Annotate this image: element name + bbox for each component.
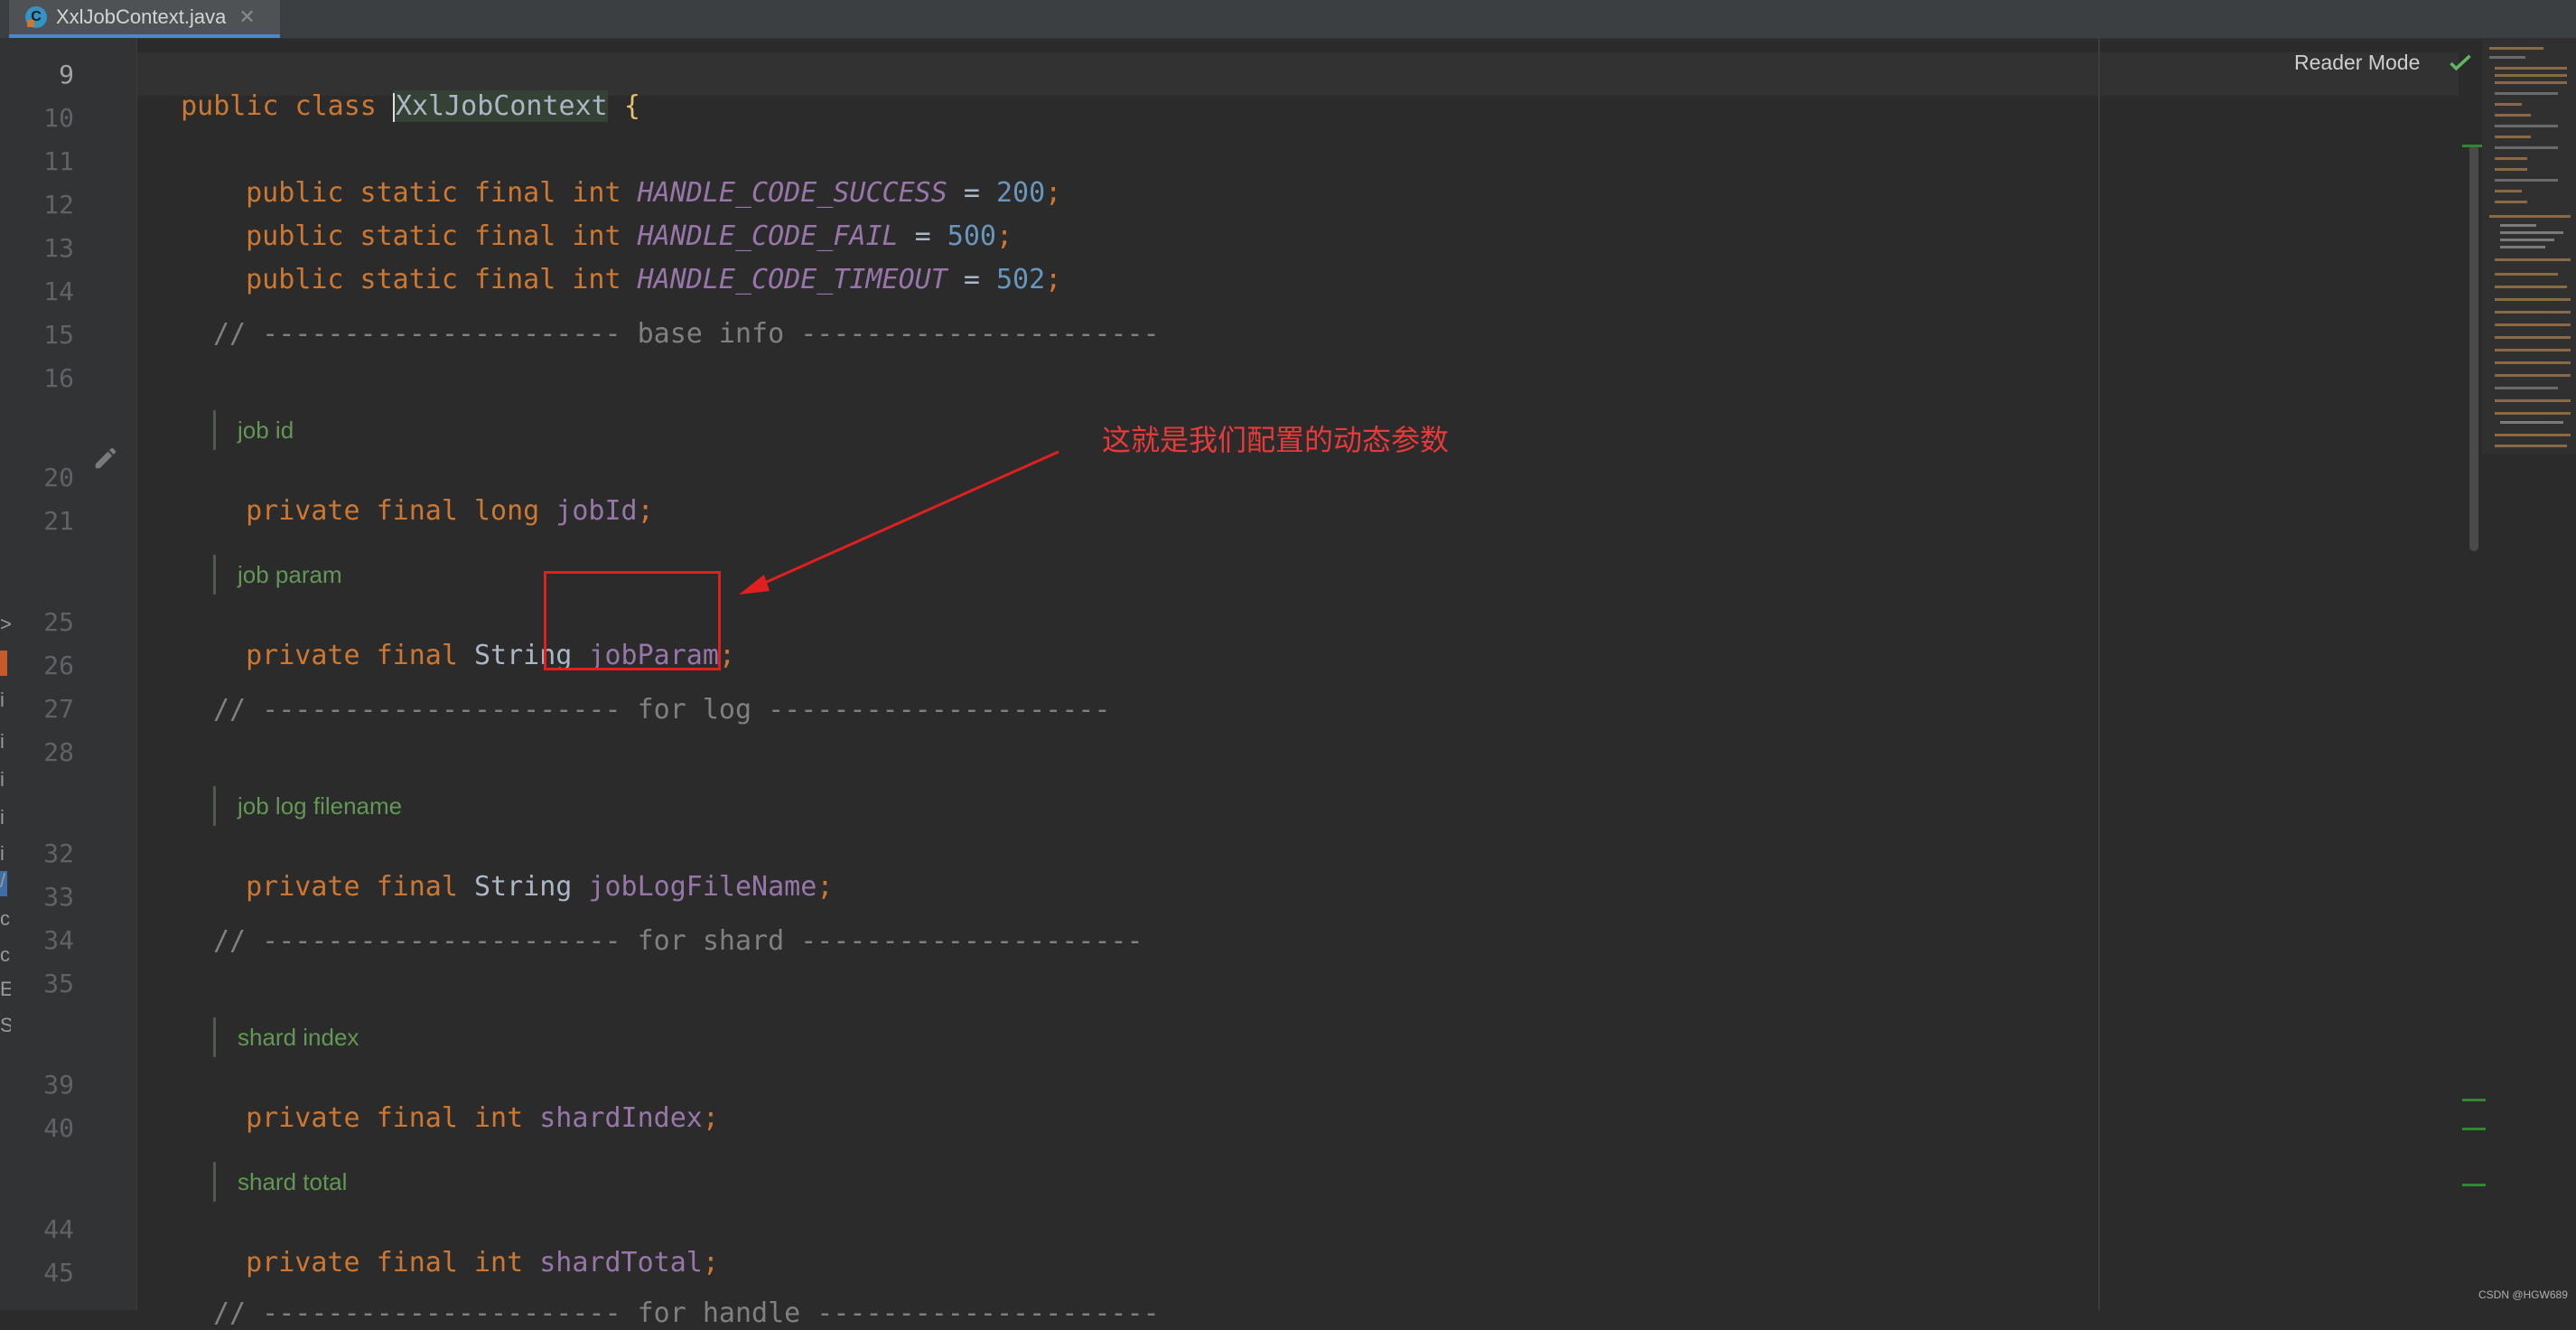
line-number: 13 (43, 233, 74, 263)
code-line-39[interactable]: private final int shardIndex; (213, 1070, 719, 1135)
javadoc-shard-index: shard index (213, 1017, 359, 1057)
change-marker (2462, 1128, 2486, 1130)
code-line-9[interactable]: public class XxlJobContext { (148, 58, 640, 123)
code-line-32[interactable]: private final String jobLogFileName; (213, 838, 833, 904)
panel-text: i (0, 842, 5, 865)
line-number: 9 (59, 60, 74, 89)
line-number: 14 (43, 276, 74, 306)
javadoc-job-id: job id (213, 410, 294, 450)
line-number: 44 (43, 1214, 74, 1244)
panel-text: > (0, 613, 11, 635)
tab-label: XxlJobContext.java (56, 5, 227, 28)
line-number: 21 (43, 506, 74, 536)
panel-text: / (0, 869, 6, 892)
javadoc-shard-total: shard total (213, 1162, 347, 1202)
line-number: 12 (43, 190, 74, 220)
line-number: 28 (43, 737, 74, 767)
class-name: XxlJobContext (392, 90, 608, 122)
annotation-text: 这就是我们配置的动态参数 (1102, 423, 1450, 457)
watermark: CSDN @HGW689 (2478, 1288, 2568, 1301)
code-line-34[interactable]: // ---------------------- for shard ----… (213, 925, 1143, 958)
inspection-ok-icon[interactable] (2448, 51, 2473, 76)
text-caret (392, 92, 395, 122)
line-number: 32 (43, 838, 74, 868)
panel-text: c (0, 907, 10, 930)
line-number: 33 (43, 882, 74, 912)
tab-xxljobcontext[interactable]: C XxlJobContext.java ✕ (9, 0, 280, 38)
code-line-15[interactable]: // ---------------------- base info ----… (213, 318, 1160, 351)
line-number: 25 (43, 607, 74, 637)
javadoc-job-log-filename: job log filename (213, 786, 402, 826)
panel-text: E (0, 978, 11, 1000)
line-number: 40 (43, 1113, 74, 1143)
code-line-27[interactable]: // ---------------------- for log ------… (213, 694, 1110, 726)
close-icon[interactable]: ✕ (238, 5, 255, 29)
reader-mode-button[interactable]: Reader Mode (2294, 51, 2420, 75)
code-line-20[interactable]: private final long jobId; (213, 463, 654, 528)
line-number: 11 (43, 146, 74, 176)
line-number: 26 (43, 651, 74, 680)
line-number-gutter[interactable]: 9 10 11 12 13 14 15 16 20 21 25 26 27 28… (11, 38, 137, 1310)
line-number: 20 (43, 463, 74, 492)
code-minimap[interactable] (2482, 38, 2576, 454)
annotation-highlight-box (544, 571, 721, 670)
code-line-44[interactable]: private final int shardTotal; (213, 1214, 719, 1279)
line-number: 34 (43, 925, 74, 955)
javadoc-job-param: job param (213, 555, 342, 595)
vertical-scrollbar-thumb[interactable] (2469, 145, 2478, 551)
panel-marker (0, 651, 7, 676)
pencil-icon[interactable] (92, 445, 119, 472)
line-number: 39 (43, 1070, 74, 1100)
right-margin-guide (2098, 38, 2100, 1310)
line-number: 27 (43, 694, 74, 724)
panel-text: i (0, 730, 5, 753)
editor-tab-bar: C XxlJobContext.java ✕ (0, 0, 2576, 39)
change-marker (2462, 1099, 2486, 1101)
panel-text: c (0, 943, 10, 966)
panel-text: i (0, 768, 5, 791)
line-number: 16 (43, 363, 74, 393)
code-line-46-partial[interactable]: // ---------------------- for handle ---… (213, 1297, 1160, 1330)
line-number: 10 (43, 103, 74, 133)
line-number: 35 (43, 969, 74, 998)
panel-text: S (0, 1014, 11, 1036)
panel-text: i (0, 806, 5, 829)
panel-text: i (0, 688, 5, 711)
change-marker (2462, 1184, 2486, 1186)
line-number: 15 (43, 320, 74, 350)
code-line-13[interactable]: public static final int HANDLE_CODE_TIME… (213, 231, 1061, 296)
line-number: 45 (43, 1258, 74, 1288)
java-class-icon: C (25, 6, 47, 28)
